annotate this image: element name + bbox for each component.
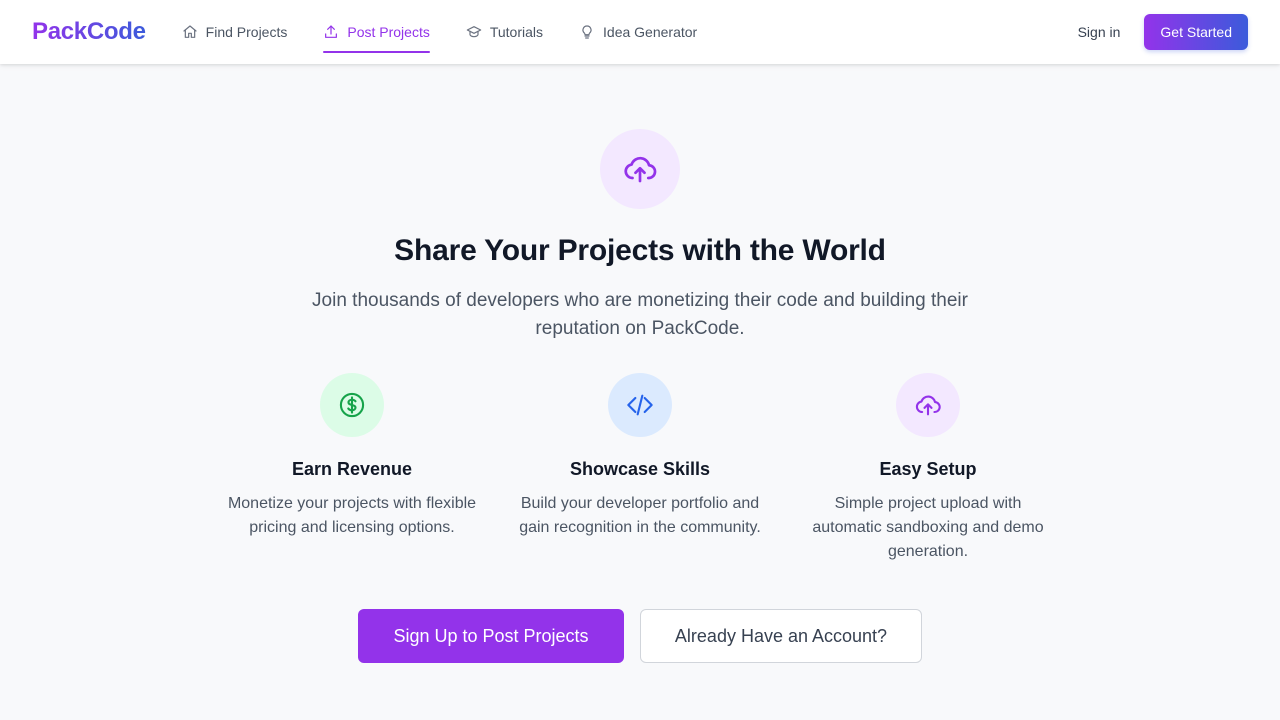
feature-title: Easy Setup	[879, 459, 977, 479]
home-icon	[183, 25, 197, 38]
nav-item-tutorials[interactable]: Tutorials	[466, 20, 543, 44]
sign-in-link[interactable]: Sign in	[1078, 24, 1121, 40]
lightbulb-icon	[582, 25, 592, 39]
nav-item-idea-generator[interactable]: Idea Generator	[579, 20, 697, 44]
hero-icon-circle	[600, 129, 680, 209]
nav-item-post-projects[interactable]: Post Projects	[323, 20, 431, 53]
page-title: Share Your Projects with the World	[394, 234, 886, 267]
cloud-upload-icon	[624, 156, 657, 183]
feature-title: Showcase Skills	[569, 459, 711, 479]
feature-icon-circle	[896, 373, 960, 437]
nav-item-label: Post Projects	[347, 24, 430, 40]
cloud-upload-icon	[915, 395, 941, 416]
graduation-cap-icon	[466, 26, 482, 38]
feature-description: Simple project upload with automatic san…	[812, 495, 1044, 560]
feature-easy-setup: Easy Setup Simple project upload with au…	[798, 373, 1058, 564]
feature-icon-circle	[320, 373, 384, 437]
nav-item-find-projects[interactable]: Find Projects	[182, 20, 288, 44]
code-icon	[627, 394, 653, 416]
nav-item-label: Tutorials	[489, 24, 544, 40]
feature-showcase-skills: Showcase Skills Build your developer por…	[510, 373, 770, 540]
header-actions: Sign in Get Started	[1078, 14, 1248, 50]
feature-description: Monetize your projects with flexible pri…	[227, 495, 477, 536]
already-have-account-button[interactable]: Already Have an Account?	[640, 609, 922, 663]
top-navigation-bar: PackCode Find Projects Post Projects Tut…	[0, 0, 1280, 64]
main-nav: Find Projects Post Projects Tutorials Id…	[182, 0, 734, 64]
page-subtitle: Join thousands of developers who are mon…	[312, 290, 968, 339]
nav-item-label: Idea Generator	[603, 24, 698, 40]
upload-icon	[325, 25, 338, 38]
feature-description: Build your developer portfolio and gain …	[519, 495, 761, 536]
nav-item-label: Find Projects	[205, 24, 288, 40]
get-started-button[interactable]: Get Started	[1144, 14, 1248, 50]
sign-up-to-post-button[interactable]: Sign Up to Post Projects	[358, 609, 624, 663]
feature-title: Earn Revenue	[291, 459, 413, 479]
logo[interactable]: PackCode	[32, 20, 146, 44]
feature-icon-circle	[608, 373, 672, 437]
dollar-circle-icon	[339, 392, 365, 418]
feature-earn-revenue: Earn Revenue Monetize your projects with…	[222, 373, 482, 540]
